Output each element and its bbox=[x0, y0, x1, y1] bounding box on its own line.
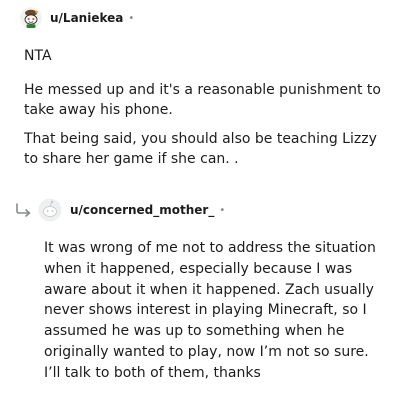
comment-header: u/concerned_mother_ • bbox=[38, 198, 225, 222]
default-snoo-avatar-icon[interactable] bbox=[38, 198, 62, 222]
comment-body: NTA He messed up and it's a reasonable p… bbox=[24, 46, 384, 169]
comment-paragraph: That being said, you should also be teac… bbox=[24, 131, 377, 167]
comment-paragraph: He messed up and it's a reasonable punis… bbox=[24, 82, 381, 118]
snoo-avatar-icon[interactable] bbox=[20, 7, 42, 29]
comment-username[interactable]: u/concerned_mother_ bbox=[70, 203, 214, 217]
comment-body: It was wrong of me not to address the si… bbox=[44, 238, 384, 384]
comment-username[interactable]: u/Laniekea bbox=[50, 11, 123, 25]
comment-paragraph: NTA bbox=[24, 48, 52, 64]
comment-paragraph: It was wrong of me not to address the si… bbox=[44, 240, 376, 381]
separator-dot: • bbox=[128, 12, 135, 24]
comment-header: u/Laniekea • bbox=[20, 7, 134, 29]
separator-dot: • bbox=[219, 204, 226, 216]
reply-arrow-icon bbox=[16, 203, 31, 217]
